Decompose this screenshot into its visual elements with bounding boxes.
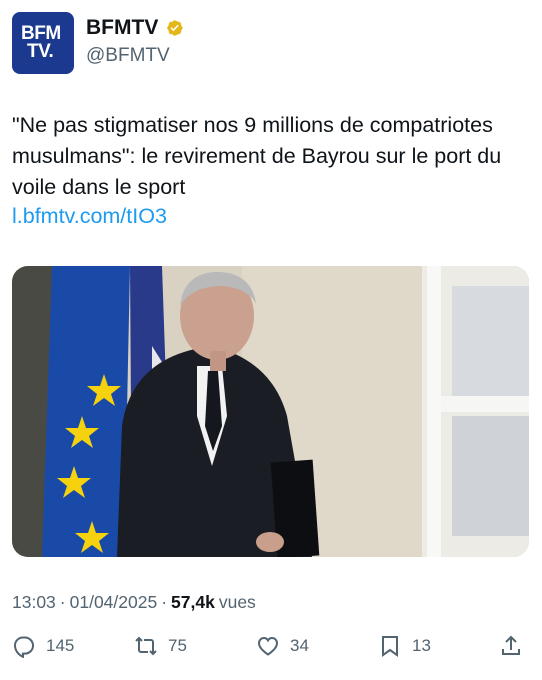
tweet-photo[interactable] <box>12 266 529 557</box>
author-name-row: BFMTV <box>86 16 184 40</box>
views-label: vues <box>218 592 256 612</box>
meta-separator: · <box>59 592 66 612</box>
like-button[interactable]: 34 <box>256 634 309 658</box>
like-icon <box>257 636 279 656</box>
reply-button[interactable]: 145 <box>12 634 74 658</box>
author-handle[interactable]: @BFMTV <box>86 45 170 67</box>
like-count: 34 <box>290 636 309 655</box>
views-count: 57,4k <box>171 592 215 612</box>
tweet: BFM TV. BFMTV @BFMTV "Ne pas stigmatiser… <box>0 0 542 680</box>
avatar-line-2: TV. <box>27 41 54 62</box>
author-name[interactable]: BFMTV <box>86 16 158 40</box>
share-button[interactable] <box>499 634 523 658</box>
tweet-date[interactable]: 01/04/2025 <box>70 592 158 613</box>
tweet-link[interactable]: l.bfmtv.com/tIO3 <box>12 204 167 229</box>
reply-count: 145 <box>46 636 75 655</box>
action-bar: 145 75 34 13 <box>12 634 527 664</box>
share-icon <box>502 635 520 655</box>
bookmark-icon <box>382 636 398 657</box>
tweet-time[interactable]: 13:03 <box>12 592 56 613</box>
meta-separator-2: · <box>161 592 168 612</box>
repost-count: 75 <box>168 636 187 655</box>
tweet-text: "Ne pas stigmatiser nos 9 millions de co… <box>12 113 502 199</box>
bookmark-button[interactable]: 13 <box>378 634 431 658</box>
reply-icon <box>13 636 35 658</box>
repost-icon <box>135 636 157 656</box>
bookmark-count: 13 <box>412 636 431 655</box>
repost-button[interactable]: 75 <box>134 634 187 658</box>
avatar[interactable]: BFM TV. <box>12 12 74 74</box>
verified-badge-icon <box>164 18 184 38</box>
photo-illustration <box>12 266 529 557</box>
tweet-meta: 13:03 · 01/04/2025 · 57,4k vues <box>12 592 256 613</box>
